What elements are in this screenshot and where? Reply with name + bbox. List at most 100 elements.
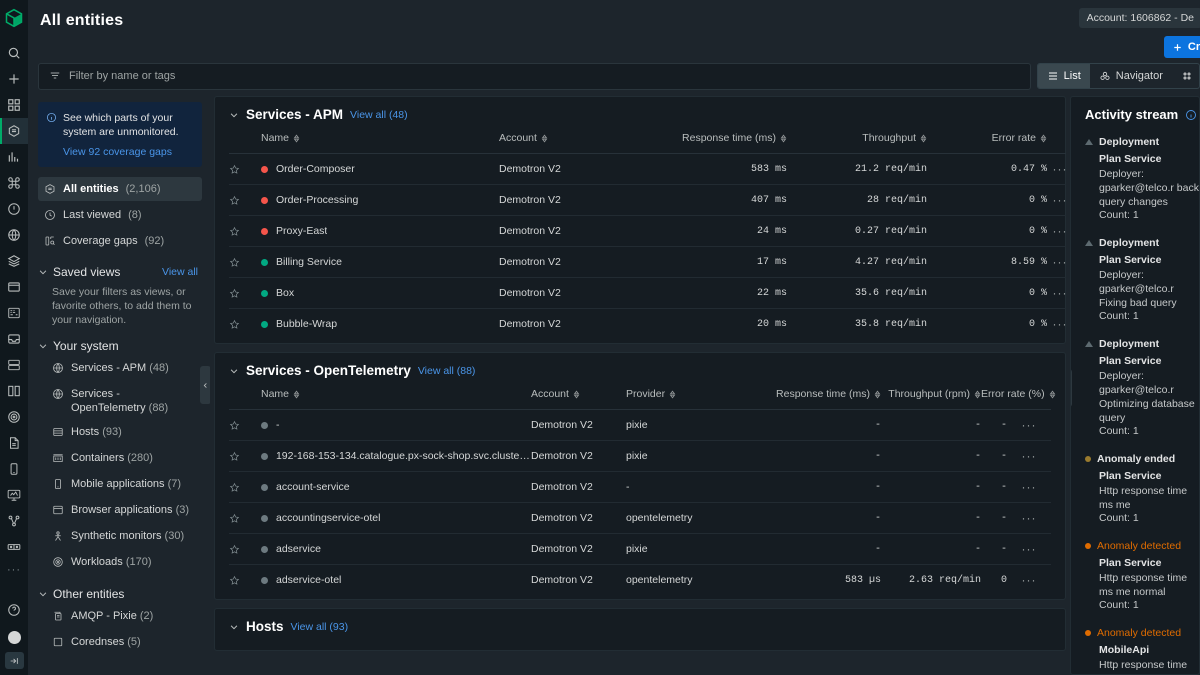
row-actions-menu[interactable]: ··· [1007,441,1051,472]
favorite-star-icon[interactable] [229,164,240,175]
entities-hex-icon[interactable] [0,118,28,144]
sidebar-item-browser-applications[interactable]: Browser applications (3) [46,499,202,523]
apm-col-name[interactable]: Name [261,132,499,154]
row-actions-menu[interactable]: ··· [1007,410,1051,441]
command-icon[interactable] [0,170,28,196]
table-row[interactable]: Proxy-EastDemotron V224 ms0.27 req/min0 … [229,216,1066,247]
server-rack-icon[interactable] [0,352,28,378]
table-row[interactable]: Order-ComposerDemotron V2583 ms21.2 req/… [229,154,1066,185]
apm-col-throughput[interactable]: Throughput [787,132,927,154]
table-row[interactable]: Bubble-WrapDemotron V220 ms35.8 req/min0… [229,309,1066,340]
activity-collapse-handle[interactable] [1070,369,1072,407]
row-favorite-cell[interactable] [229,410,261,441]
favorite-star-icon[interactable] [229,451,240,462]
otel-col-response-time[interactable]: Response time (ms) [751,388,881,410]
activity-item[interactable]: Anomaly endedPlan ServiceHttp response t… [1085,453,1199,524]
cards-icon[interactable] [0,534,28,560]
favorite-star-icon[interactable] [229,544,240,555]
apm-col-response-time[interactable]: Response time (ms) [657,132,787,154]
search-input[interactable]: Filter by name or tags [38,63,1031,90]
saved-views-header[interactable]: Saved views View all [38,265,202,279]
row-favorite-cell[interactable] [229,309,261,340]
sidebar-item-corednses[interactable]: Corednses (5) [46,631,202,655]
sidebar-item-last-viewed[interactable]: Last viewed (8) [38,203,202,227]
row-favorite-cell[interactable] [229,216,261,247]
sidebar-item-services-apm[interactable]: Services - APM (48) [46,357,202,381]
activity-item[interactable]: Anomaly detectedPlan ServiceHttp respons… [1085,540,1199,611]
sidebar-item-mobile-applications[interactable]: Mobile applications (7) [46,473,202,497]
sidebar-collapse-handle[interactable] [200,366,210,404]
chart-bars-icon[interactable] [0,144,28,170]
row-name-cell[interactable]: Billing Service [261,247,499,278]
row-actions-menu[interactable]: ··· [1047,278,1066,309]
row-name-cell[interactable]: adservice-otel [261,565,531,596]
user-avatar[interactable] [8,631,21,644]
row-name-cell[interactable]: - [261,410,531,441]
row-favorite-cell[interactable] [229,278,261,309]
activity-item[interactable]: DeploymentPlan ServiceDeployer: gparker@… [1085,237,1199,322]
search-icon[interactable] [0,40,28,66]
row-actions-menu[interactable]: ··· [1007,503,1051,534]
row-actions-menu[interactable]: ··· [1047,185,1066,216]
document-icon[interactable] [0,430,28,456]
row-name-cell[interactable]: account-service [261,472,531,503]
favorite-star-icon[interactable] [229,482,240,493]
table-row[interactable]: adservice-otelDemotron V2opentelemetry58… [229,565,1051,596]
target-icon[interactable] [0,404,28,430]
row-favorite-cell[interactable] [229,472,261,503]
alert-circle-icon[interactable] [0,196,28,222]
browser-window-icon[interactable] [0,274,28,300]
chevron-down-icon[interactable] [229,622,239,632]
table-row[interactable]: BoxDemotron V222 ms35.6 req/min0 %··· [229,278,1066,309]
row-actions-menu[interactable]: ··· [1007,472,1051,503]
table-row[interactable]: Billing ServiceDemotron V217 ms4.27 req/… [229,247,1066,278]
table-row[interactable]: adserviceDemotron V2pixie---··· [229,534,1051,565]
favorite-star-icon[interactable] [229,575,240,586]
account-selector[interactable]: Account: 1606862 - De [1079,8,1200,28]
saved-views-view-all-link[interactable]: View all [162,266,198,278]
table-row[interactable]: -Demotron V2pixie---··· [229,410,1051,441]
view-mode-navigator[interactable]: Navigator [1090,64,1172,88]
otel-col-name[interactable]: Name [261,388,531,410]
columns-icon[interactable] [0,378,28,404]
activity-item[interactable]: DeploymentPlan ServiceDeployer: gparker@… [1085,338,1199,437]
globe-icon[interactable] [0,222,28,248]
row-favorite-cell[interactable] [229,154,261,185]
apps-grid-icon[interactable] [0,92,28,118]
services-apm-view-all-link[interactable]: View all (48) [350,109,408,121]
other-entities-header[interactable]: Other entities [38,587,202,601]
table-row[interactable]: account-serviceDemotron V2----··· [229,472,1051,503]
apm-col-account[interactable]: Account [499,132,657,154]
hosts-view-all-link[interactable]: View all (93) [291,621,349,633]
row-name-cell[interactable]: Proxy-East [261,216,499,247]
create-button[interactable]: Creat [1164,36,1200,58]
inbox-icon[interactable] [0,326,28,352]
favorite-star-icon[interactable] [229,513,240,524]
row-name-cell[interactable]: Order-Processing [261,185,499,216]
table-row[interactable]: accountingservice-otelDemotron V2opentel… [229,503,1051,534]
favorite-star-icon[interactable] [229,288,240,299]
chevron-down-icon[interactable] [229,110,239,120]
your-system-header[interactable]: Your system [38,339,202,353]
row-favorite-cell[interactable] [229,503,261,534]
favorite-star-icon[interactable] [229,257,240,268]
logs-icon[interactable] [0,300,28,326]
row-name-cell[interactable]: 192-168-153-134.catalogue.px-sock-shop.s… [261,441,531,472]
otel-col-account[interactable]: Account [531,388,626,410]
view-mode-extra[interactable] [1172,64,1200,88]
row-actions-menu[interactable]: ··· [1007,565,1051,596]
row-name-cell[interactable]: Bubble-Wrap [261,309,499,340]
otel-col-error-rate[interactable]: Error rate (%) [981,388,1007,410]
sidebar-item-hosts[interactable]: Hosts (93) [46,421,202,445]
activity-item[interactable]: DeploymentPlan ServiceDeployer: gparker@… [1085,136,1199,221]
sidebar-item-all-entities[interactable]: All entities (2,106) [38,177,202,201]
sidebar-item-coverage-gaps[interactable]: Coverage gaps (92) [38,229,202,253]
otel-col-throughput[interactable]: Throughput (rpm) [881,388,981,410]
favorite-star-icon[interactable] [229,319,240,330]
mobile-icon[interactable] [0,456,28,482]
activity-item[interactable]: Anomaly detectedMobileApiHttp response t… [1085,627,1199,675]
more-nav-icon[interactable]: ··· [7,564,21,576]
row-actions-menu[interactable]: ··· [1007,534,1051,565]
collapse-panel-icon[interactable] [5,652,24,669]
help-circle-icon[interactable] [0,597,28,623]
